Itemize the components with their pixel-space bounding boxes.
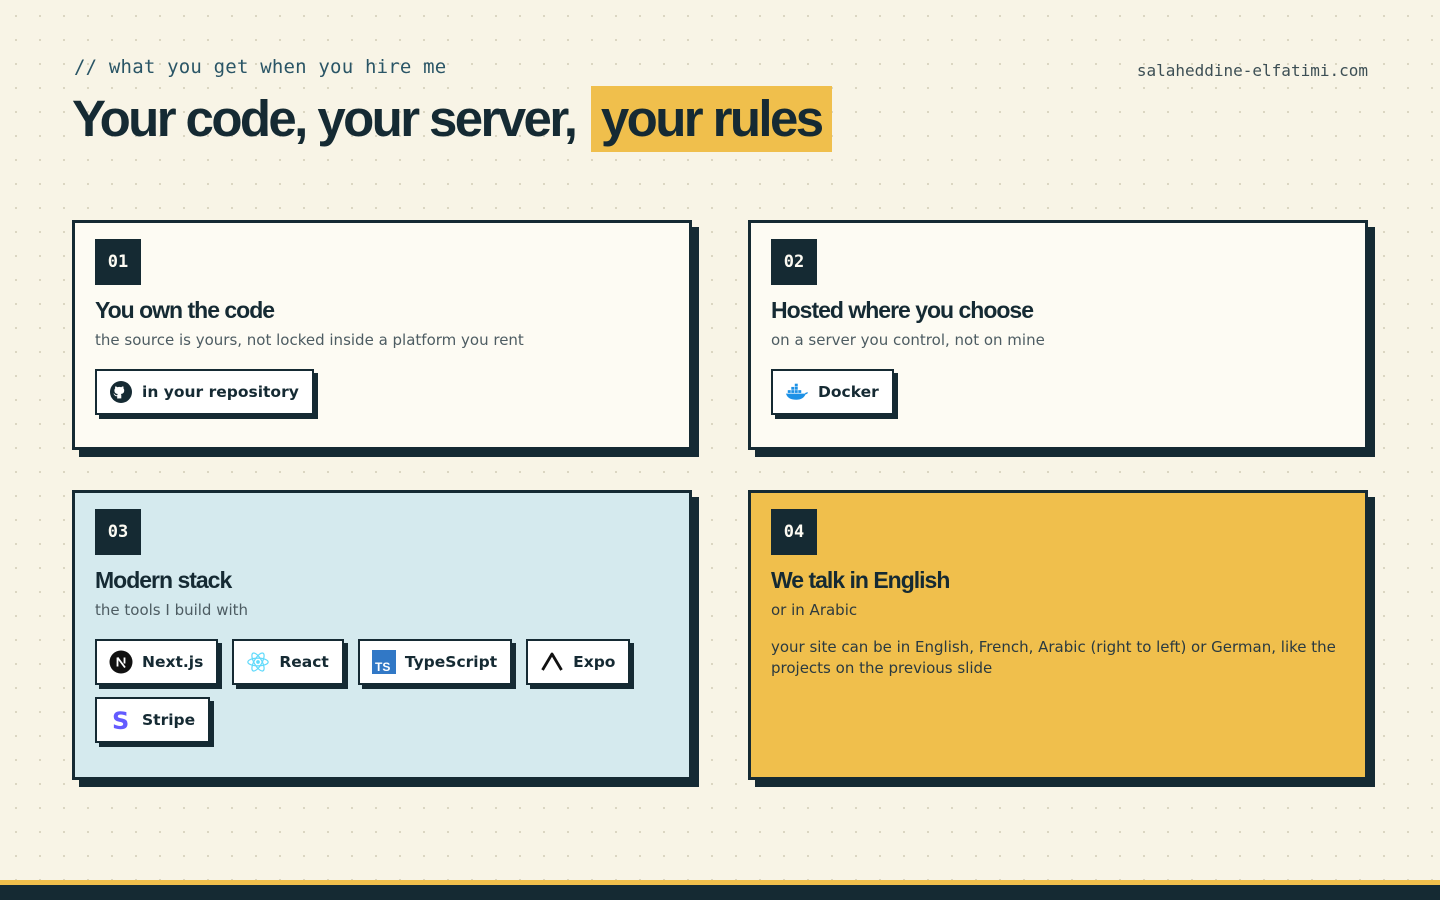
chip-label: Stripe <box>142 711 196 729</box>
card-subtitle: the tools I build with <box>95 601 249 619</box>
card-title: Hosted where you choose <box>771 297 1034 323</box>
card-modern-stack: 03 Modern stack the tools I build with N… <box>72 490 692 780</box>
title-highlight: your rules <box>590 86 832 152</box>
card-number: 03 <box>95 509 141 555</box>
chip-stripe[interactable]: S Stripe <box>95 697 211 743</box>
chip-typescript[interactable]: TS TypeScript <box>357 639 513 685</box>
chip-label: Expo <box>573 653 616 671</box>
card-title: You own the code <box>95 297 275 323</box>
card-title: Modern stack <box>95 567 232 593</box>
stripe-icon: S <box>109 708 133 732</box>
chip-label: Next.js <box>142 653 204 671</box>
docker-icon <box>785 380 809 404</box>
chip-docker[interactable]: Docker <box>771 369 894 415</box>
card-subtitle: or in Arabic <box>771 601 858 619</box>
footer-bar <box>0 880 1440 900</box>
github-icon <box>109 380 133 404</box>
card-number: 04 <box>771 509 817 555</box>
chip-label: in your repository <box>142 383 299 401</box>
card-hosting: 02 Hosted where you choose on a server y… <box>748 220 1368 450</box>
card-subtitle: on a server you control, not on mine <box>771 331 1045 349</box>
chip-nextjs[interactable]: Next.js <box>95 639 219 685</box>
title-main: Your code, your server, <box>72 90 578 147</box>
nextjs-icon <box>109 650 133 674</box>
react-icon <box>246 650 270 674</box>
card-number: 02 <box>771 239 817 285</box>
page-title: Your code, your server, your rules <box>72 86 832 152</box>
card-own-code: 01 You own the code the source is yours,… <box>72 220 692 450</box>
site-domain: salaheddine-elfatimi.com <box>1136 61 1368 80</box>
card-body: your site can be in English, French, Ara… <box>771 638 1336 677</box>
svg-text:TS: TS <box>375 660 390 674</box>
svg-text:S: S <box>112 708 129 732</box>
chip-react[interactable]: React <box>232 639 344 685</box>
chip-label: React <box>279 653 329 671</box>
card-number: 01 <box>95 239 141 285</box>
chip-expo[interactable]: Expo <box>526 639 631 685</box>
chip-repository[interactable]: in your repository <box>95 369 314 415</box>
chip-label: TypeScript <box>404 653 498 671</box>
chip-label: Docker <box>818 383 879 401</box>
expo-icon <box>540 650 564 674</box>
typescript-icon: TS <box>371 650 396 674</box>
section-kicker: // what you get when you hire me <box>74 56 447 78</box>
card-languages: 04 We talk in English or in Arabic your … <box>748 490 1368 780</box>
card-subtitle: the source is yours, not locked inside a… <box>95 331 524 349</box>
card-title: We talk in English <box>771 567 950 593</box>
